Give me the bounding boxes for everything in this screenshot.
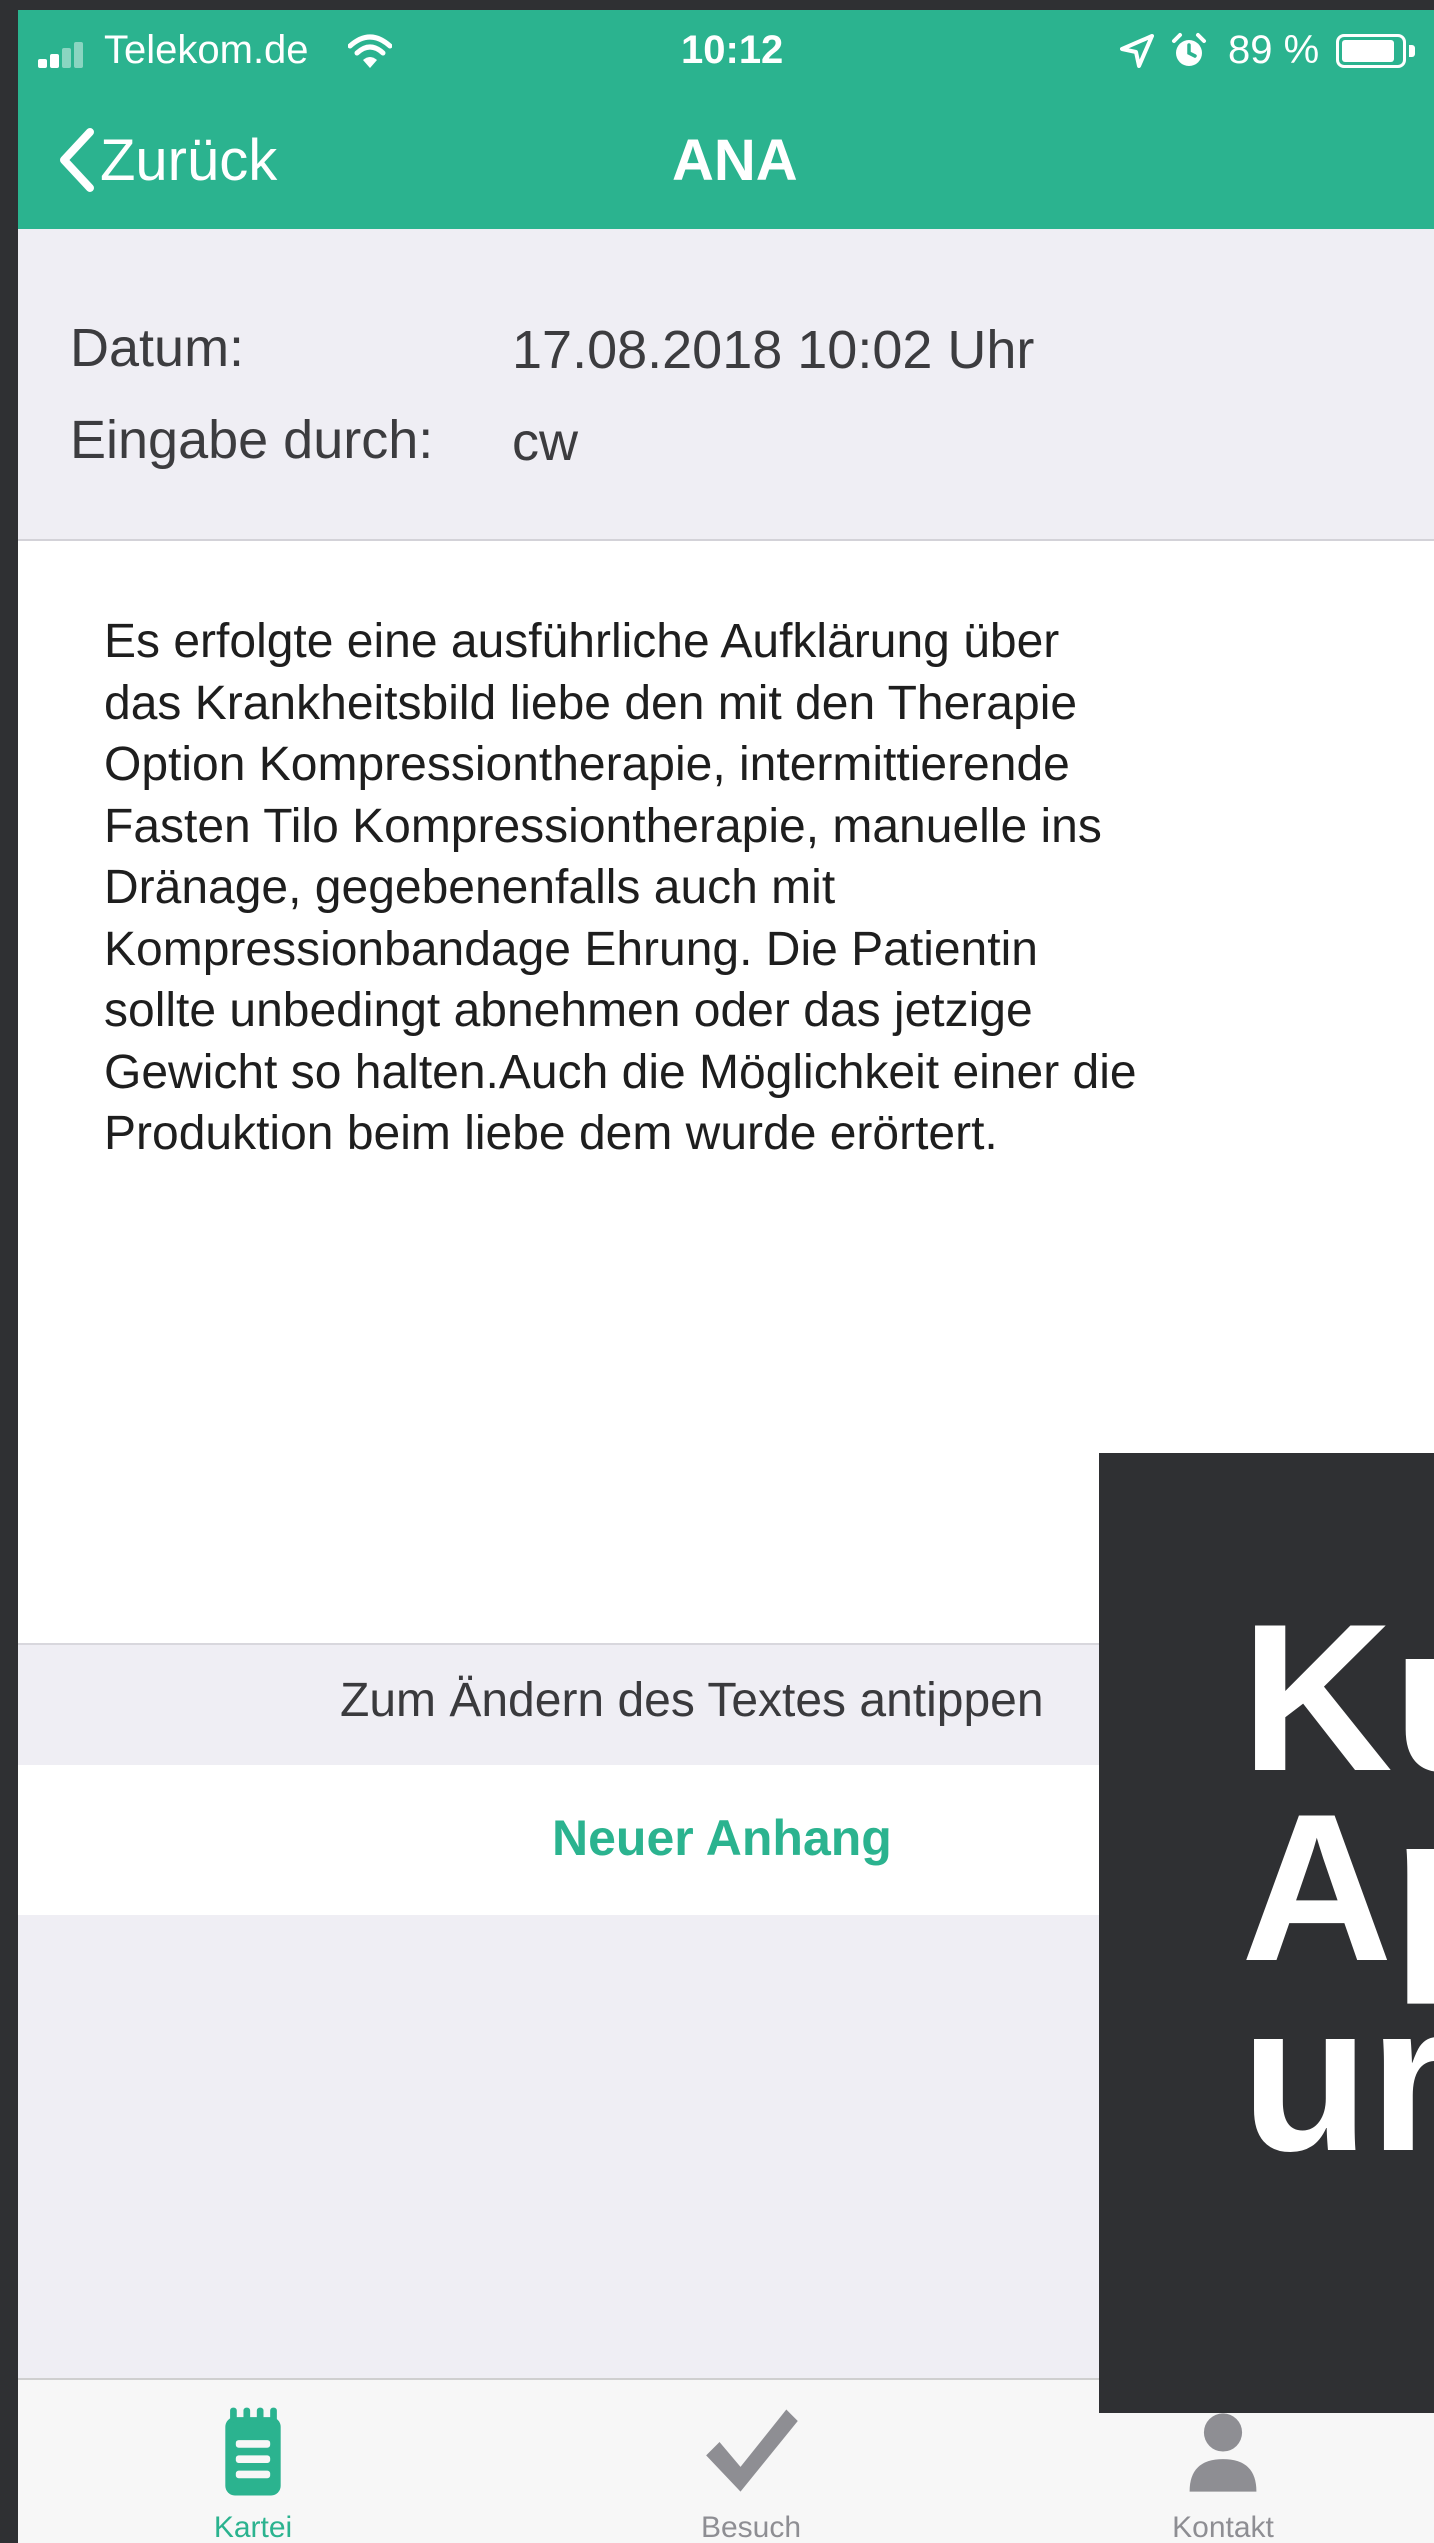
tab-besuch[interactable]: Besuch (601, 2380, 901, 2543)
edit-hint: Zum Ändern des Textes antippen (340, 1674, 1044, 1727)
back-button[interactable]: Zurück (56, 115, 277, 205)
back-label: Zurück (100, 127, 278, 193)
alarm-clock-icon (1172, 33, 1206, 66)
notepad-icon (225, 2407, 281, 2496)
battery-icon (1336, 34, 1406, 68)
screen-frame-left (0, 0, 18, 2543)
person-icon (1189, 2413, 1257, 2492)
app-header: Telekom.de 10:12 89 % ANA Zurück (18, 10, 1434, 229)
status-time: 10:12 (681, 28, 784, 72)
screen-frame-top (0, 0, 1434, 10)
battery-percentage: 89 % (1228, 28, 1320, 72)
tab-kartei-label: Kartei (213, 2511, 293, 2543)
status-bar: Telekom.de 10:12 89 % (18, 10, 1434, 90)
promo-overlay-card: Ku Ap ur (1099, 1453, 1434, 2413)
carrier-name: Telekom.de (104, 28, 309, 72)
note-text[interactable]: Es erfolgte eine ausführliche Aufklärung… (104, 611, 1354, 1165)
author-value: cw (512, 412, 578, 472)
new-attachment-button[interactable]: Neuer Anhang (552, 1809, 892, 1867)
battery-level-fill (1342, 40, 1394, 62)
wifi-icon (348, 34, 392, 68)
checkmark-icon (706, 2409, 798, 2492)
note-meta: Datum: 17.08.2018 10:02 Uhr Eingabe durc… (18, 229, 1434, 541)
date-label: Datum: (70, 318, 245, 378)
author-label: Eingabe durch: (70, 410, 434, 470)
promo-overlay-text: Ku Ap ur (1241, 1580, 1434, 2195)
page-title: ANA (672, 127, 798, 193)
chevron-left-icon (60, 128, 94, 192)
date-value: 17.08.2018 10:02 Uhr (512, 320, 1035, 380)
location-arrow-icon (1120, 34, 1154, 68)
signal-strength-icon (38, 42, 98, 68)
tab-kartei[interactable]: Kartei (103, 2380, 403, 2543)
battery-tip (1409, 45, 1415, 57)
tab-besuch-label: Besuch (700, 2511, 802, 2543)
tab-kontakt-label: Kontakt (1172, 2511, 1274, 2543)
